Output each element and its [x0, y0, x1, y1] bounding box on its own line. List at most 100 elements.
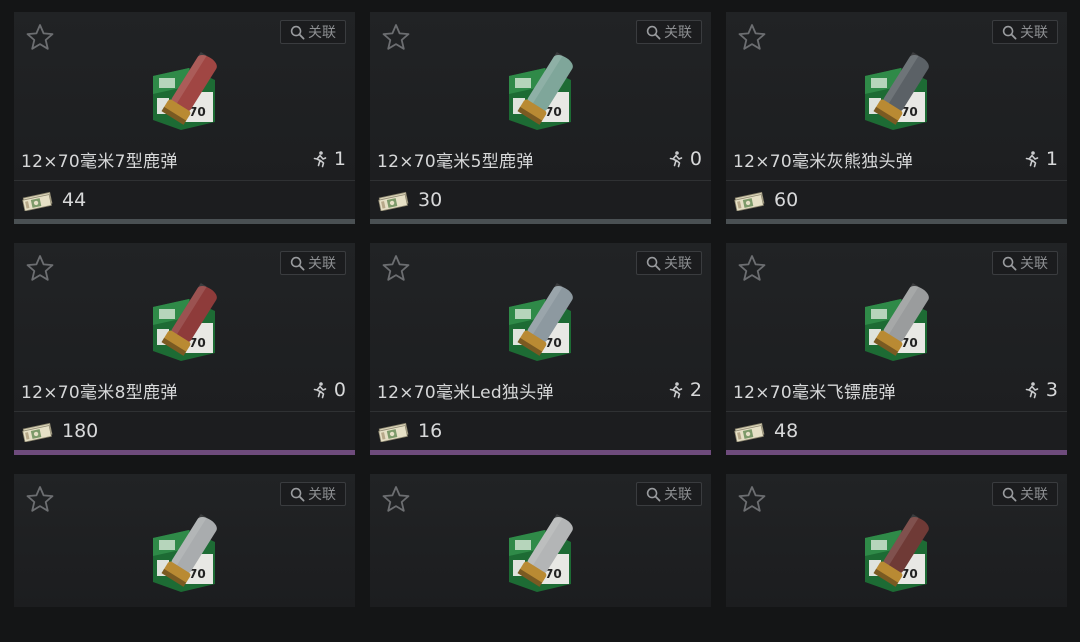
link-search-button[interactable]: 关联 — [280, 20, 346, 44]
item-card[interactable]: 关联 70 — [14, 474, 355, 607]
rarity-bar — [370, 450, 711, 455]
link-search-button[interactable]: 关联 — [636, 20, 702, 44]
price-value: 16 — [418, 420, 443, 442]
ammo-box-image: 70 — [149, 48, 231, 132]
search-icon — [1002, 25, 1017, 40]
link-search-button[interactable]: 关联 — [992, 482, 1058, 506]
quantity-value: 1 — [333, 148, 346, 170]
quantity-value: 0 — [689, 148, 702, 170]
price-value: 180 — [62, 420, 99, 442]
money-icon — [21, 189, 55, 211]
ammo-box-image: 70 — [505, 510, 587, 594]
price-row: 16 — [370, 412, 711, 450]
price-row: 48 — [726, 412, 1067, 450]
quantity-indicator: 0 — [667, 148, 702, 170]
link-search-button[interactable]: 关联 — [280, 482, 346, 506]
item-name: 12×70毫米8型鹿弹 — [21, 383, 178, 403]
link-label: 关联 — [308, 256, 336, 272]
item-card-top: 关联 70 — [726, 474, 1067, 642]
link-label: 关联 — [664, 256, 692, 272]
runner-icon — [311, 381, 329, 399]
link-label: 关联 — [1020, 25, 1048, 41]
link-label: 关联 — [664, 487, 692, 503]
item-card-top: 关联 70 12×70毫米7型鹿弹 1 — [14, 12, 355, 180]
favorite-star-icon[interactable] — [381, 253, 411, 283]
quantity-value: 2 — [689, 379, 702, 401]
ammo-box-image: 70 — [149, 279, 231, 363]
runner-icon — [667, 381, 685, 399]
item-card[interactable]: 关联 70 12×70毫米Led独头弹 2 16 — [370, 243, 711, 455]
quantity-indicator: 2 — [667, 379, 702, 401]
link-label: 关联 — [664, 25, 692, 41]
item-card[interactable]: 关联 70 — [370, 474, 711, 607]
item-name: 12×70毫米灰熊独头弹 — [733, 152, 914, 172]
quantity-value: 0 — [333, 379, 346, 401]
link-search-button[interactable]: 关联 — [636, 482, 702, 506]
favorite-star-icon[interactable] — [25, 22, 55, 52]
item-name: 12×70毫米5型鹿弹 — [377, 152, 534, 172]
search-icon — [1002, 256, 1017, 271]
item-name: 12×70毫米Led独头弹 — [377, 383, 554, 403]
ammo-box-image: 70 — [861, 48, 943, 132]
item-name: 12×70毫米7型鹿弹 — [21, 152, 178, 172]
favorite-star-icon[interactable] — [381, 22, 411, 52]
search-icon — [290, 25, 305, 40]
link-search-button[interactable]: 关联 — [992, 20, 1058, 44]
item-card-top: 关联 70 12×70毫米5型鹿弹 0 — [370, 12, 711, 180]
price-value: 30 — [418, 189, 443, 211]
item-card-top: 关联 70 — [370, 474, 711, 642]
rarity-bar — [14, 450, 355, 455]
link-search-button[interactable]: 关联 — [280, 251, 346, 275]
search-icon — [646, 25, 661, 40]
item-card-top: 关联 70 12×70毫米Led独头弹 2 — [370, 243, 711, 411]
price-row: 30 — [370, 181, 711, 219]
link-search-button[interactable]: 关联 — [992, 251, 1058, 275]
favorite-star-icon[interactable] — [737, 22, 767, 52]
search-icon — [1002, 487, 1017, 502]
quantity-value: 1 — [1045, 148, 1058, 170]
price-row: 44 — [14, 181, 355, 219]
favorite-star-icon[interactable] — [737, 484, 767, 514]
search-icon — [646, 487, 661, 502]
item-name: 12×70毫米飞镖鹿弹 — [733, 383, 896, 403]
money-icon — [21, 420, 55, 442]
money-icon — [377, 420, 411, 442]
price-row: 180 — [14, 412, 355, 450]
favorite-star-icon[interactable] — [737, 253, 767, 283]
favorite-star-icon[interactable] — [25, 484, 55, 514]
price-value: 44 — [62, 189, 87, 211]
item-card[interactable]: 关联 70 12×70毫米灰熊独头弹 1 60 — [726, 12, 1067, 224]
money-icon — [377, 189, 411, 211]
quantity-value: 3 — [1045, 379, 1058, 401]
ammo-box-image: 70 — [861, 510, 943, 594]
item-card[interactable]: 关联 70 12×70毫米7型鹿弹 1 44 — [14, 12, 355, 224]
quantity-indicator: 0 — [311, 379, 346, 401]
item-card[interactable]: 关联 70 — [726, 474, 1067, 607]
ammo-box-image: 70 — [505, 48, 587, 132]
link-search-button[interactable]: 关联 — [636, 251, 702, 275]
item-card-top: 关联 70 12×70毫米飞镖鹿弹 3 — [726, 243, 1067, 411]
favorite-star-icon[interactable] — [381, 484, 411, 514]
ammo-box-image: 70 — [505, 279, 587, 363]
item-card[interactable]: 关联 70 12×70毫米8型鹿弹 0 180 — [14, 243, 355, 455]
quantity-indicator: 1 — [1023, 148, 1058, 170]
ammo-box-image: 70 — [861, 279, 943, 363]
ammo-box-image: 70 — [149, 510, 231, 594]
search-icon — [646, 256, 661, 271]
quantity-indicator: 3 — [1023, 379, 1058, 401]
price-row: 60 — [726, 181, 1067, 219]
quantity-indicator: 1 — [311, 148, 346, 170]
link-label: 关联 — [308, 25, 336, 41]
price-value: 60 — [774, 189, 799, 211]
link-label: 关联 — [308, 487, 336, 503]
rarity-bar — [726, 450, 1067, 455]
favorite-star-icon[interactable] — [25, 253, 55, 283]
ammo-grid: 关联 70 12×70毫米7型鹿弹 1 44 关联 70 12×70毫米5型鹿弹 0 30 关联 70… — [0, 0, 1080, 607]
runner-icon — [311, 150, 329, 168]
rarity-bar — [726, 219, 1067, 224]
link-label: 关联 — [1020, 256, 1048, 272]
item-card-top: 关联 70 — [14, 474, 355, 642]
item-card[interactable]: 关联 70 12×70毫米5型鹿弹 0 30 — [370, 12, 711, 224]
rarity-bar — [370, 219, 711, 224]
item-card[interactable]: 关联 70 12×70毫米飞镖鹿弹 3 48 — [726, 243, 1067, 455]
